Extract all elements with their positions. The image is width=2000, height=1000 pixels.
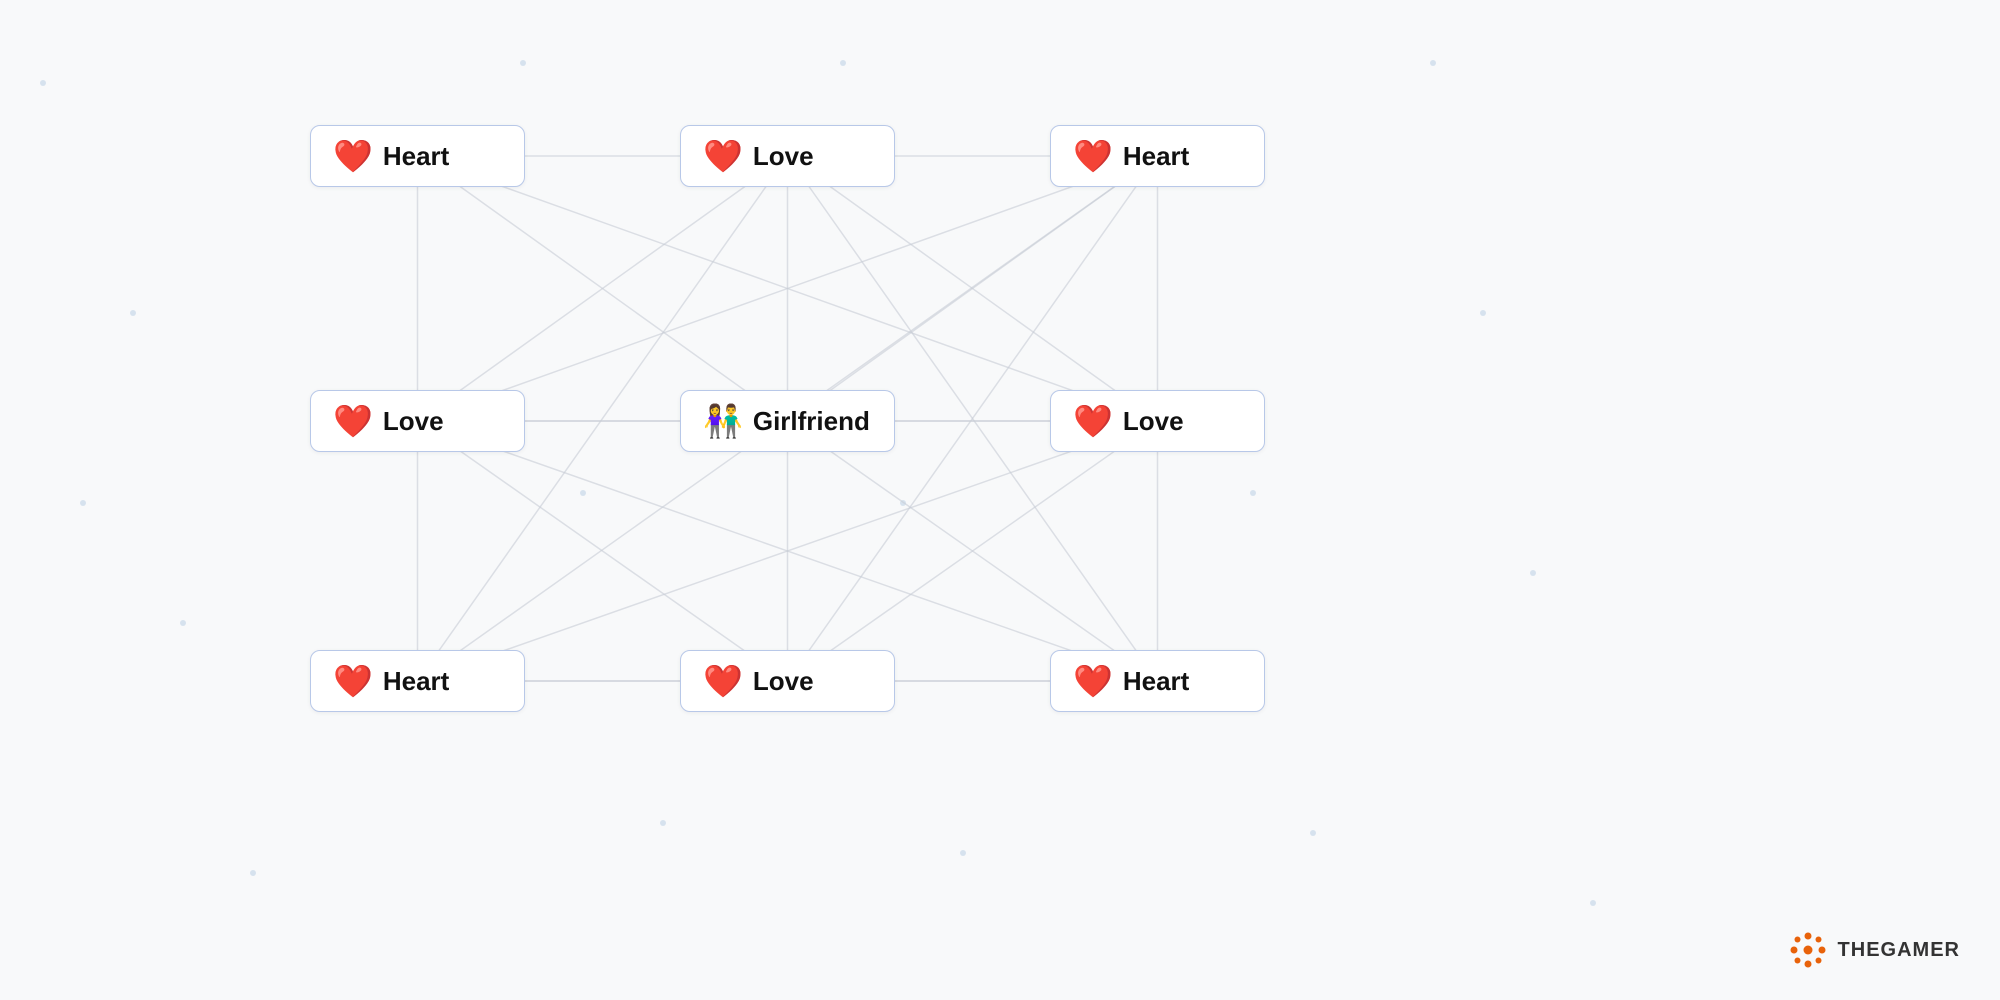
node-emoji: ❤️ bbox=[1073, 140, 1113, 172]
node-n3[interactable]: ❤️ Heart bbox=[1050, 125, 1265, 187]
node-n8[interactable]: ❤️ Love bbox=[680, 650, 895, 712]
canvas: ❤️ Heart ❤️ Love ❤️ Heart ❤️ Love 👫 Girlfriend ❤️ L… bbox=[0, 0, 2000, 1000]
node-n2[interactable]: ❤️ Love bbox=[680, 125, 895, 187]
node-emoji: ❤️ bbox=[1073, 665, 1113, 697]
node-n7[interactable]: ❤️ Heart bbox=[310, 650, 525, 712]
node-label: Love bbox=[1123, 406, 1184, 437]
node-emoji: 👫 bbox=[703, 405, 743, 437]
node-label: Heart bbox=[383, 141, 449, 172]
node-label: Love bbox=[753, 141, 814, 172]
node-label: Heart bbox=[1123, 666, 1189, 697]
node-label: Heart bbox=[383, 666, 449, 697]
node-emoji: ❤️ bbox=[703, 665, 743, 697]
node-emoji: ❤️ bbox=[333, 665, 373, 697]
node-n9[interactable]: ❤️ Heart bbox=[1050, 650, 1265, 712]
edges-svg bbox=[0, 0, 2000, 1000]
node-n4[interactable]: ❤️ Love bbox=[310, 390, 525, 452]
node-emoji: ❤️ bbox=[333, 140, 373, 172]
node-label: Love bbox=[383, 406, 444, 437]
node-label: Girlfriend bbox=[753, 406, 870, 437]
node-n5[interactable]: 👫 Girlfriend bbox=[680, 390, 895, 452]
node-n6[interactable]: ❤️ Love bbox=[1050, 390, 1265, 452]
node-emoji: ❤️ bbox=[1073, 405, 1113, 437]
node-label: Heart bbox=[1123, 141, 1189, 172]
node-emoji: ❤️ bbox=[703, 140, 743, 172]
node-emoji: ❤️ bbox=[333, 405, 373, 437]
node-label: Love bbox=[753, 666, 814, 697]
node-n1[interactable]: ❤️ Heart bbox=[310, 125, 525, 187]
